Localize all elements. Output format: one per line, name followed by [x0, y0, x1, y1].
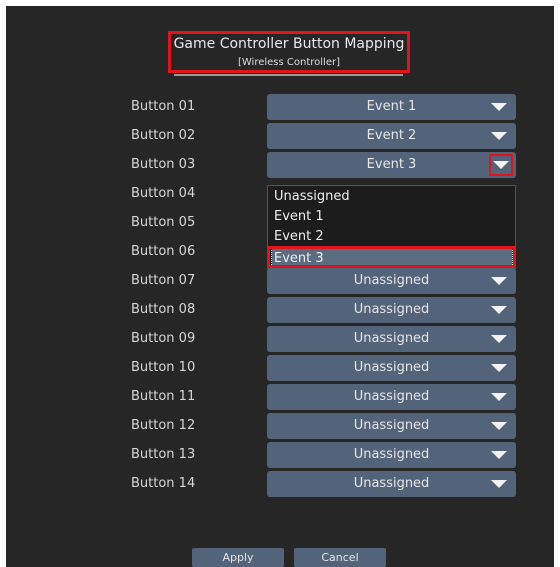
- cancel-button[interactable]: Cancel: [294, 548, 386, 567]
- chevron-down-icon[interactable]: [491, 306, 507, 314]
- row-label-button-06: Button 06: [131, 244, 196, 259]
- event-select-button-14[interactable]: Unassigned: [267, 471, 516, 497]
- row-label-button-11: Button 11: [131, 389, 196, 404]
- row-label-button-04: Button 04: [131, 186, 196, 201]
- select-value: Unassigned: [353, 360, 430, 375]
- page-title: Game Controller Button Mapping: [173, 36, 405, 52]
- event-select-button-07[interactable]: Unassigned: [267, 268, 516, 294]
- event-select-button-01[interactable]: Event 1: [267, 94, 516, 120]
- event-select-button-12[interactable]: Unassigned: [267, 413, 516, 439]
- row-label-button-02: Button 02: [131, 128, 196, 143]
- row-label-button-14: Button 14: [131, 476, 196, 491]
- event-dropdown-list[interactable]: Unassigned Event 1 Event 2 Event 3: [267, 185, 516, 269]
- select-value: Unassigned: [353, 476, 430, 491]
- dropdown-option-event-2[interactable]: Event 2: [272, 227, 512, 246]
- event-select-button-13[interactable]: Unassigned: [267, 442, 516, 468]
- select-value: Unassigned: [353, 447, 430, 462]
- row-label-button-12: Button 12: [131, 418, 196, 433]
- row-label-button-07: Button 07: [131, 273, 196, 288]
- select-value: Event 2: [366, 128, 417, 143]
- dropdown-option-event-3[interactable]: Event 3: [271, 248, 513, 269]
- controller-name: [Wireless Controller]: [237, 57, 340, 68]
- row-label-button-08: Button 08: [131, 302, 196, 317]
- title-divider: [174, 74, 403, 76]
- row-label-button-10: Button 10: [131, 360, 196, 375]
- select-value: Unassigned: [353, 273, 430, 288]
- chevron-down-icon[interactable]: [493, 161, 509, 169]
- chevron-down-icon[interactable]: [491, 335, 507, 343]
- apply-button[interactable]: Apply: [192, 548, 284, 567]
- chevron-down-icon[interactable]: [491, 132, 507, 140]
- dropdown-option-event-1[interactable]: Event 1: [272, 207, 512, 226]
- event-select-button-11[interactable]: Unassigned: [267, 384, 516, 410]
- event-select-button-03[interactable]: Event 3: [267, 152, 516, 178]
- dropdown-toggle-highlight[interactable]: [489, 154, 513, 176]
- chevron-down-icon[interactable]: [491, 364, 507, 372]
- chevron-down-icon[interactable]: [491, 480, 507, 488]
- dropdown-option-unassigned[interactable]: Unassigned: [272, 187, 512, 206]
- select-value: Unassigned: [353, 418, 430, 433]
- row-label-button-13: Button 13: [131, 447, 196, 462]
- chevron-down-icon[interactable]: [491, 277, 507, 285]
- row-label-button-09: Button 09: [131, 331, 196, 346]
- row-label-button-03: Button 03: [131, 157, 196, 172]
- event-select-button-02[interactable]: Event 2: [267, 123, 516, 149]
- select-value: Unassigned: [353, 331, 430, 346]
- select-value: Event 3: [366, 157, 417, 172]
- chevron-down-icon[interactable]: [491, 393, 507, 401]
- row-label-button-05: Button 05: [131, 215, 196, 230]
- row-label-button-01: Button 01: [131, 99, 196, 114]
- header-box: Game Controller Button Mapping [Wireless…: [168, 31, 410, 73]
- select-value: Unassigned: [353, 389, 430, 404]
- select-value: Event 1: [366, 99, 417, 114]
- event-select-button-08[interactable]: Unassigned: [267, 297, 516, 323]
- select-value: Unassigned: [353, 302, 430, 317]
- chevron-down-icon[interactable]: [491, 103, 507, 111]
- event-select-button-10[interactable]: Unassigned: [267, 355, 516, 381]
- chevron-down-icon[interactable]: [491, 422, 507, 430]
- event-select-button-09[interactable]: Unassigned: [267, 326, 516, 352]
- chevron-down-icon[interactable]: [491, 451, 507, 459]
